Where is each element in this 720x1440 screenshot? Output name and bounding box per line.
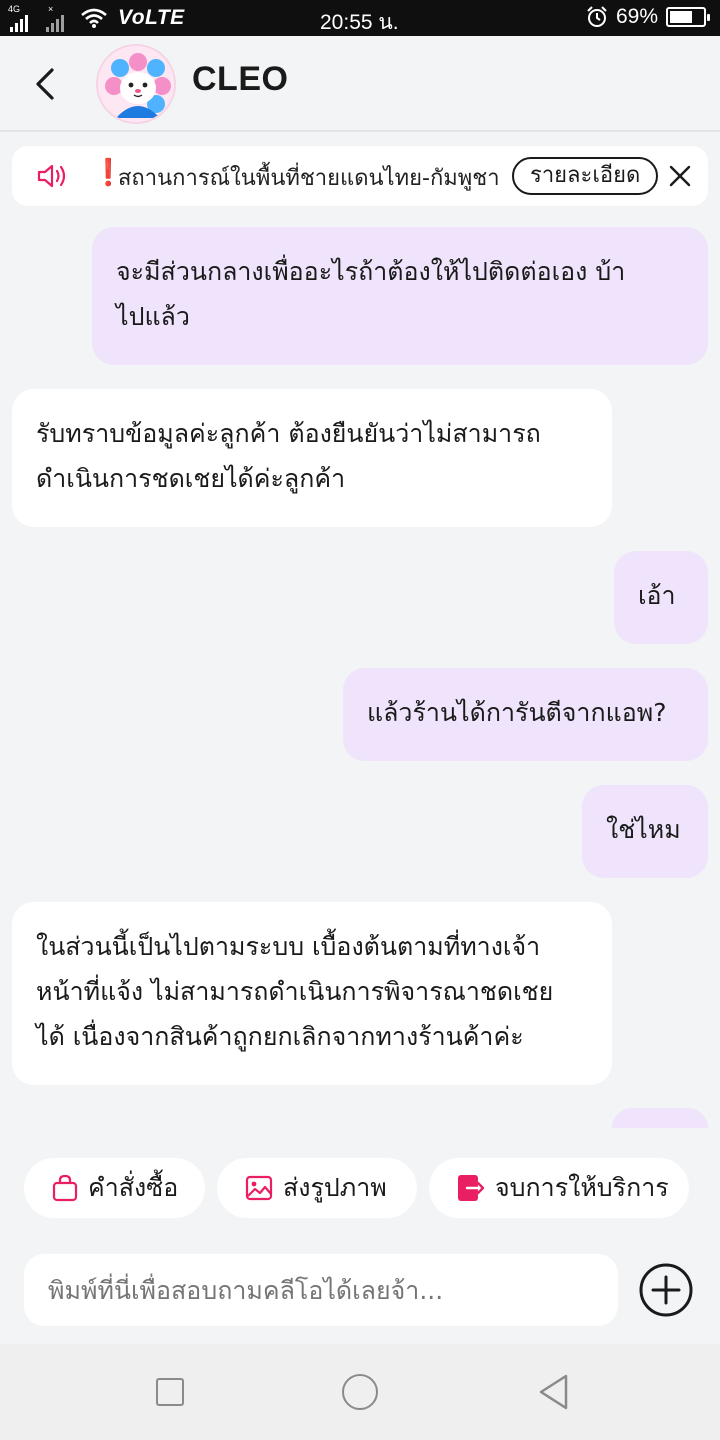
announcement-banner: ❗ สถานการณ์ในพื้นที่ชายแดนไทย-กัมพูชา รา…: [12, 146, 708, 206]
orders-button[interactable]: คำสั่งซื้อ: [24, 1158, 205, 1218]
cell-signal-2-icon: ×: [44, 4, 74, 32]
bot-message: รับทราบข้อมูลค่ะลูกค้า ต้องยืนยันว่าไม่ส…: [12, 389, 612, 527]
user-message: แล้วร้านได้การันตีจากแอพ?: [343, 668, 708, 761]
message-line: หน้าที่แจ้ง ไม่สามารถดำเนินการพิจารณาชดเ…: [36, 977, 554, 1006]
home-icon[interactable]: [342, 1374, 378, 1410]
cell-signal-icon: 4G: [8, 4, 38, 32]
message-line: รับทราบข้อมูลค่ะลูกค้า ต้องยืนยันว่าไม่ส…: [36, 419, 541, 448]
battery-percent: 69%: [615, 5, 658, 28]
plus-icon[interactable]: [638, 1262, 694, 1318]
image-icon: [245, 1175, 273, 1201]
recents-icon[interactable]: [156, 1378, 184, 1406]
chat-title: CLEO: [192, 60, 289, 98]
send-image-label: ส่งรูปภาพ: [283, 1173, 387, 1202]
back-triangle-icon[interactable]: [536, 1372, 572, 1412]
user-message-partial: [612, 1108, 708, 1128]
message-input[interactable]: [24, 1254, 618, 1326]
bot-message: ในส่วนนี้เป็นไปตามระบบ เบื้องต้นตามที่ทา…: [12, 902, 612, 1085]
message-line: ใช่ไหม: [606, 815, 681, 844]
message-line: ดำเนินการชดเชยได้ค่ะลูกค้า: [36, 464, 346, 493]
end-service-label: จบการให้บริการ: [495, 1173, 669, 1202]
cleo-mascot-icon: [105, 53, 171, 118]
user-message: ใช่ไหม: [582, 785, 708, 878]
message-line: เอ้า: [638, 581, 676, 610]
user-message: เอ้า: [614, 551, 708, 644]
clock: 20:55 น.: [320, 11, 399, 34]
message-line: แล้วร้านได้การันตีจากแอพ?: [367, 698, 667, 727]
status-right: 69%: [586, 5, 710, 29]
battery-icon: [666, 7, 710, 27]
announcement-detail-button[interactable]: รายละเอียด: [512, 157, 659, 195]
wifi-icon: [81, 8, 107, 28]
status-left: 4G × VoLTE: [8, 4, 185, 32]
alarm-icon: [587, 6, 607, 27]
system-nav-bar: [0, 1344, 720, 1440]
status-bar: 4G × VoLTE 20:55 น. 69%: [0, 0, 720, 36]
speaker-icon: [37, 164, 66, 188]
chat-header: CLEO: [0, 36, 720, 132]
announcement-text: สถานการณ์ในพื้นที่ชายแดนไทย-กัมพูชา: [118, 166, 500, 191]
shopping-bag-icon: [52, 1174, 78, 1202]
exit-icon: [457, 1174, 485, 1202]
message-line: ได้ เนื่องจากสินค้าถูกยกเลิกจากทางร้านค้…: [36, 1022, 524, 1051]
close-icon[interactable]: [668, 164, 692, 188]
end-service-button[interactable]: จบการให้บริการ: [429, 1158, 689, 1218]
chevron-left-icon[interactable]: [26, 64, 66, 104]
avatar: [96, 44, 176, 124]
volte-label: VoLTE: [118, 6, 185, 29]
battery-level: [670, 11, 692, 23]
orders-label: คำสั่งซื้อ: [88, 1173, 179, 1202]
send-image-button[interactable]: ส่งรูปภาพ: [217, 1158, 417, 1218]
user-message: จะมีส่วนกลางเพื่ออะไรถ้าต้องให้ไปติดต่อเ…: [92, 227, 708, 365]
message-line: ในส่วนนี้เป็นไปตามระบบ เบื้องต้นตามที่ทา…: [36, 932, 541, 961]
message-line: จะมีส่วนกลางเพื่ออะไรถ้าต้องให้ไปติดต่อเ…: [116, 257, 626, 286]
message-line: ไปแล้ว: [116, 302, 190, 331]
